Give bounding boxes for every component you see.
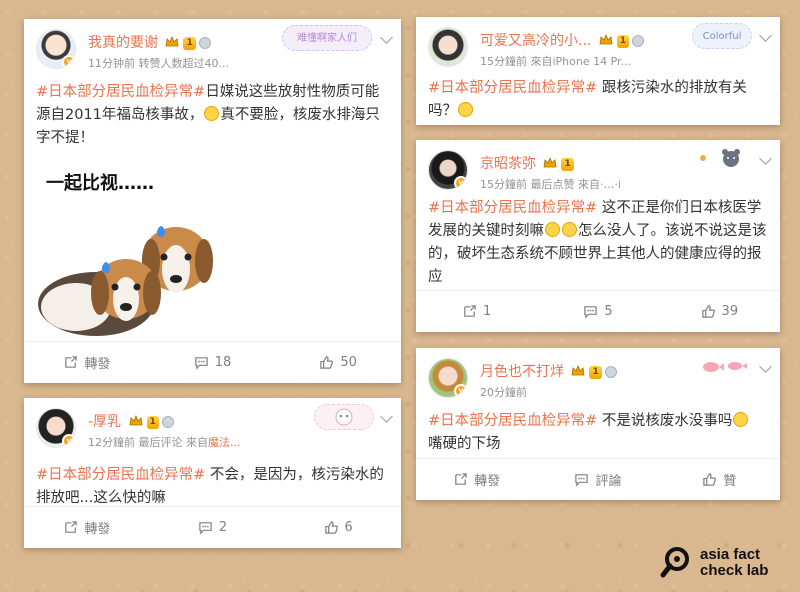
post-meta: 12分鐘前 最后评论 來自魔法... (88, 436, 241, 449)
decoration-sticker: Colorful (692, 23, 752, 49)
level-badge: 1 (146, 415, 159, 429)
username[interactable]: 可爱又高冷的小... (480, 33, 591, 49)
thumbs-up-icon (320, 356, 334, 369)
verified-icon: v (454, 176, 467, 189)
repost-button[interactable]: 轉發 (24, 507, 150, 548)
avatar[interactable] (428, 27, 468, 67)
post-card-2: 可爱又高冷的小... 1 15分鐘前 來自iPhone 14 Pr... Col… (416, 17, 780, 125)
thumbs-up-icon (701, 305, 715, 318)
asia-fact-check-lab-logo: asia fact check lab (660, 544, 788, 584)
level-badge: 1 (616, 34, 630, 48)
post-meta: 20分鐘前 (480, 386, 527, 399)
repost-button[interactable]: 轉發 (24, 342, 150, 383)
post-text: #日本部分居民血检异常# 跟核污染水的排放有关吗？ (428, 80, 747, 119)
post-meta: 15分鐘前 來自iPhone 14 Pr... (480, 55, 632, 68)
bear-sticker-icon (686, 146, 752, 172)
level-badge: 1 (561, 157, 574, 171)
logo-line-2: check lab (700, 562, 769, 579)
decoration-sticker: 难懂啊家人们 (282, 25, 372, 51)
avatar[interactable]: v (428, 358, 468, 398)
crown-icon (129, 414, 143, 430)
laughing-emoji-icon (458, 102, 473, 117)
hashtag-link[interactable]: #日本部分居民血检异常# (36, 84, 205, 100)
post-card-3: v 京昭茶弥 1 15分鐘前 最后点赞 來自·…·i #日本部分居民血检异常# … (416, 140, 780, 332)
comment-button[interactable]: 評論 (537, 459, 658, 500)
post-actions: 轉發 2 6 (24, 506, 401, 548)
hashtag-link[interactable]: #日本部分居民血检异常# (428, 200, 597, 216)
sheep-sticker-icon (314, 404, 374, 430)
username[interactable]: 我真的要谢 (88, 35, 158, 51)
thumbs-up-icon (703, 473, 717, 486)
hashtag-link[interactable]: #日本部分居民血检异常# (36, 467, 205, 483)
post-actions: 轉發 評論 贊 (416, 458, 780, 500)
magnifier-logo-icon (660, 547, 689, 578)
post-text: #日本部分居民血检异常#日媒说这些放射性物质可能源自2011年福岛核事故， 真不要… (36, 84, 380, 146)
logo-line-1: asia fact (700, 546, 761, 563)
chevron-down-icon[interactable] (759, 152, 772, 165)
post-text: #日本部分居民血检异常# 这不正是你们日本核医学发展的关键时刻嘛 怎么没人了。该说… (428, 200, 767, 285)
like-button[interactable]: 贊 (659, 459, 780, 500)
chevron-down-icon[interactable] (759, 360, 772, 373)
level-badge: 1 (183, 36, 196, 50)
smirk-emoji-icon (733, 412, 749, 427)
share-icon (65, 521, 78, 533)
post-actions: 1 5 39 (416, 290, 780, 332)
comment-button[interactable]: 5 (537, 291, 658, 332)
like-button[interactable]: 39 (659, 291, 780, 332)
avatar[interactable]: v (36, 408, 76, 448)
like-button[interactable]: 50 (275, 342, 401, 383)
hashtag-link[interactable]: #日本部分居民血检异常# (428, 80, 597, 96)
comment-button[interactable]: 2 (150, 507, 276, 548)
comment-icon (199, 522, 212, 535)
fish-sticker-icon (692, 354, 752, 380)
beagle-puppies-image (38, 226, 213, 336)
like-button[interactable]: 6 (275, 507, 401, 548)
post-meta: 11分钟前 转赞人数超过40... (88, 57, 229, 70)
verified-icon: v (454, 384, 467, 397)
post-actions: 轉發 18 50 (24, 341, 401, 383)
sweat-emoji-icon (204, 106, 220, 121)
share-icon (455, 473, 467, 485)
repost-button[interactable]: 轉發 (416, 459, 537, 500)
post-text: #日本部分居民血检异常# 不会，是因为，核污染水的排放吧...这么快的嘛 (36, 467, 384, 506)
post-card-4: v -厚乳 1 12分鐘前 最后评论 來自魔法... #日本部分居民血检异常# … (24, 398, 401, 548)
thumbs-up-icon (324, 521, 338, 534)
glasses-emoji-icon (545, 222, 560, 237)
post-text: #日本部分居民血检异常# 不是说核废水没事吗 嘴硬的下场 (428, 410, 772, 456)
medal-icon (604, 366, 617, 378)
username[interactable]: 月色也不打烊 (480, 364, 564, 380)
chevron-down-icon[interactable] (380, 410, 393, 423)
chevron-down-icon[interactable] (380, 31, 393, 44)
verified-icon: v (62, 55, 75, 68)
medal-icon (198, 37, 211, 49)
medal-icon (632, 35, 645, 47)
source-link[interactable]: 魔法... (208, 436, 241, 449)
repost-button[interactable]: 1 (416, 291, 537, 332)
crown-icon (571, 364, 585, 380)
comment-icon (584, 306, 598, 319)
crown-icon (599, 33, 613, 49)
comment-icon (575, 474, 589, 487)
chevron-down-icon[interactable] (759, 29, 772, 42)
verified-icon: v (62, 434, 75, 447)
post-image[interactable]: 一起比视…… (36, 159, 226, 339)
hashtag-link[interactable]: #日本部分居民血检异常# (428, 413, 597, 429)
post-card-5: v 月色也不打烊 1 20分鐘前 #日本部分居民血检异常# 不是说核废水没事吗嘴… (416, 348, 780, 500)
post-meta: 15分鐘前 最后点赞 來自·…·i (480, 178, 622, 191)
avatar[interactable]: v (36, 29, 76, 69)
username[interactable]: 京昭茶弥 (480, 156, 536, 172)
share-icon (65, 356, 78, 368)
glasses-emoji-icon (562, 222, 577, 237)
share-icon (464, 305, 476, 317)
username[interactable]: -厚乳 (88, 414, 121, 430)
crown-icon (543, 156, 557, 172)
avatar[interactable]: v (428, 150, 468, 190)
crown-icon (165, 35, 179, 51)
comment-icon (195, 357, 208, 370)
medal-icon (161, 416, 174, 428)
post-card-1: v 我真的要谢 1 11分钟前 转赞人数超过40... 难懂啊家人们 #日本部分… (24, 19, 401, 383)
comment-button[interactable]: 18 (150, 342, 276, 383)
level-badge: 1 (589, 365, 602, 379)
